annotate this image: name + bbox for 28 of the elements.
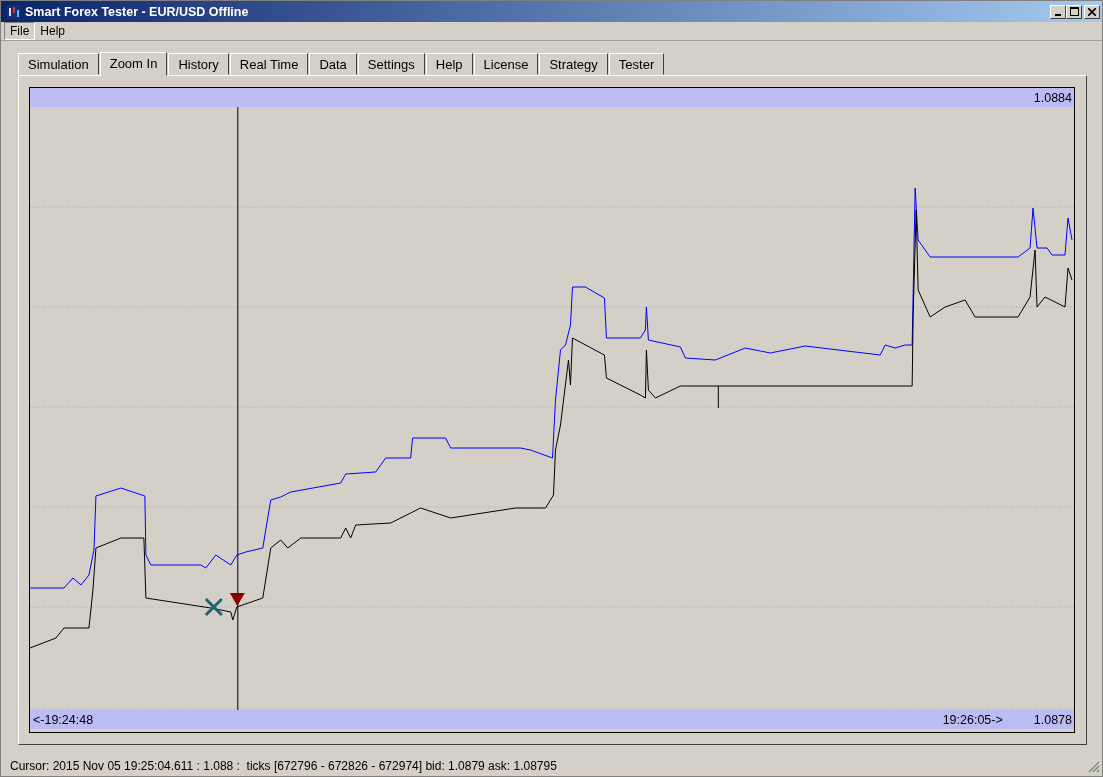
top-price-label: 1.0884 (1033, 90, 1072, 105)
cross-marker-icon (204, 597, 224, 617)
minimize-button[interactable] (1050, 4, 1066, 19)
tab[interactable]: License (473, 53, 539, 75)
status-text: Cursor: 2015 Nov 05 19:25:04.611 : 1.088 : ticks [672796 - 672826 - 672974] bid: 1.0879 ask: 1.08795 (10, 759, 558, 773)
tab[interactable]: Strategy (539, 53, 608, 75)
menu-item[interactable]: Help (35, 23, 71, 39)
maximize-icon (1069, 7, 1079, 16)
tab[interactable]: Tester (608, 53, 665, 75)
down-triangle-marker-icon (229, 593, 245, 606)
start-time-label: <-19:24:48 (33, 712, 94, 727)
tab[interactable]: Simulation (18, 53, 99, 75)
resize-grip-icon (1088, 761, 1100, 773)
tab[interactable]: Real Time (229, 53, 309, 75)
app-icon (7, 4, 21, 19)
minimize-icon (1055, 13, 1061, 16)
tab[interactable]: History (168, 53, 229, 75)
tab[interactable]: Help (425, 53, 473, 75)
maximize-button[interactable] (1066, 4, 1082, 19)
close-button[interactable] (1084, 4, 1100, 19)
menu-item[interactable]: File (4, 22, 36, 40)
window-title: Smart Forex Tester - EUR/USD Offline (25, 4, 250, 19)
bottom-price-label: 1.0878 (1033, 712, 1072, 727)
tab[interactable]: Data (309, 53, 357, 75)
close-icon (1088, 7, 1096, 16)
tab[interactable]: Zoom In (99, 52, 168, 76)
tab[interactable]: Settings (357, 53, 425, 75)
end-time-label: 19:26:05-> (942, 712, 1003, 727)
